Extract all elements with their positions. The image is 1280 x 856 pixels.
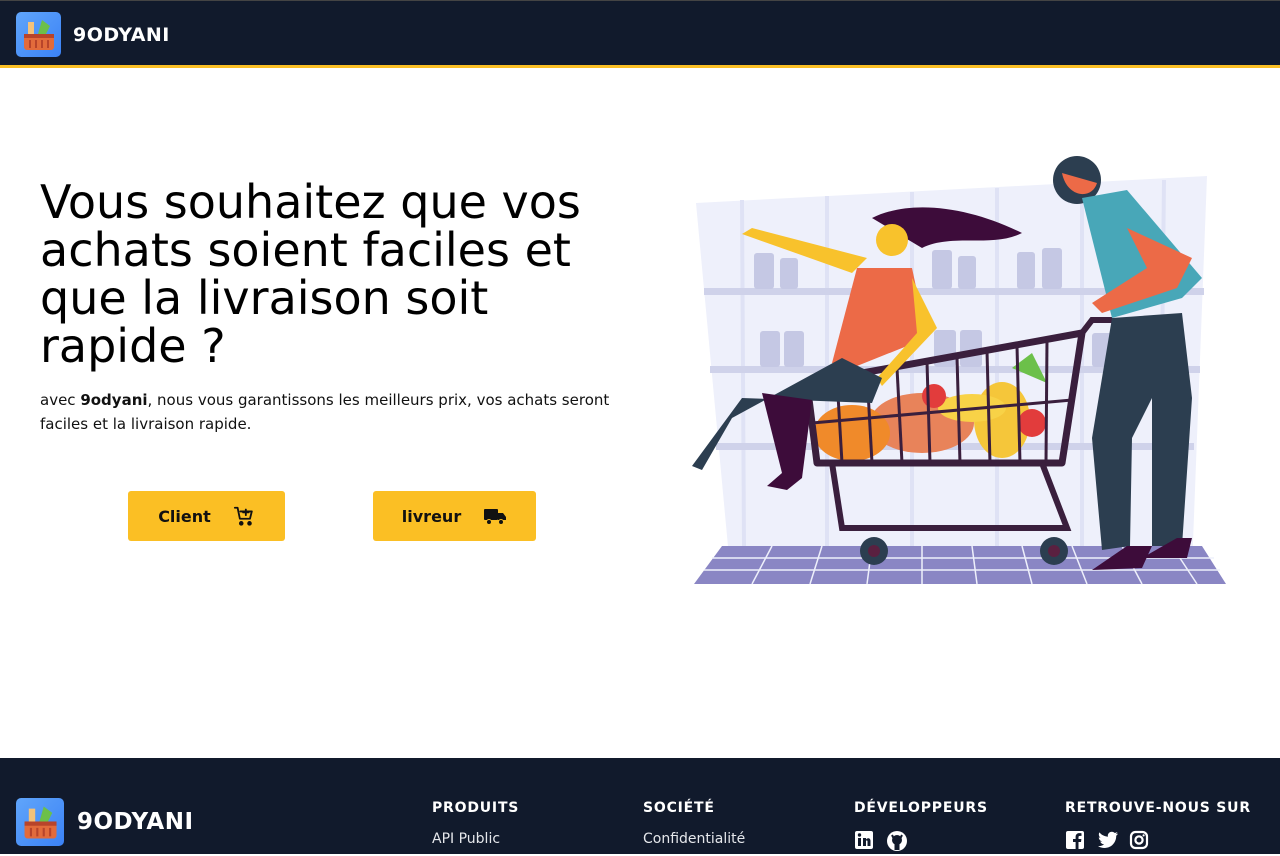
footer-brand[interactable]: 9ODYANI <box>16 798 194 846</box>
cart-add-icon <box>233 505 255 527</box>
footer-heading-developpeurs: DÉVELOPPEURS <box>854 800 988 816</box>
top-navbar: 9ODYANI <box>0 0 1280 68</box>
footer-link-confidentialite[interactable]: Confidentialité <box>643 831 745 847</box>
hero-title: Vous souhaitez que vos achats soient fac… <box>40 175 581 373</box>
livreur-button[interactable]: livreur <box>373 491 536 541</box>
linkedin-icon[interactable] <box>854 830 874 850</box>
client-button-label: Client <box>158 506 211 526</box>
footer-heading-social: RETROUVE-NOUS SUR <box>1065 800 1251 816</box>
footer-link-api-public[interactable]: API Public <box>432 831 519 847</box>
hero-subtitle: avec 9odyani, nous vous garantissons les… <box>40 388 620 436</box>
twitter-icon[interactable] <box>1097 830 1118 850</box>
footer-col-produits: PRODUITS API Public <box>432 800 519 847</box>
facebook-icon[interactable] <box>1065 830 1085 850</box>
brand-name: 9ODYANI <box>73 23 170 46</box>
truck-icon <box>483 506 507 526</box>
brand-link[interactable]: 9ODYANI <box>16 12 170 57</box>
footer-heading-produits: PRODUITS <box>432 800 520 816</box>
footer-col-developpeurs: DÉVELOPPEURS <box>854 800 988 851</box>
github-icon[interactable] <box>886 830 907 851</box>
instagram-icon[interactable] <box>1129 830 1149 850</box>
hero-sub-brand: 9odyani <box>80 391 148 409</box>
client-button[interactable]: Client <box>128 491 285 541</box>
site-footer: 9ODYANI PRODUITS API Public SOCIÉTÉ Conf… <box>0 758 1280 854</box>
hero-sub-prefix: avec <box>40 391 81 409</box>
footer-brand-name: 9ODYANI <box>77 809 194 835</box>
footer-col-societe: SOCIÉTÉ Confidentialité <box>643 800 745 847</box>
livreur-button-label: livreur <box>401 506 462 526</box>
shopping-cart-illustration <box>672 138 1232 588</box>
basket-logo-icon <box>16 12 61 57</box>
footer-heading-societe: SOCIÉTÉ <box>643 800 715 816</box>
footer-basket-logo-icon <box>16 798 64 846</box>
footer-col-social: RETROUVE-NOUS SUR <box>1065 800 1251 850</box>
